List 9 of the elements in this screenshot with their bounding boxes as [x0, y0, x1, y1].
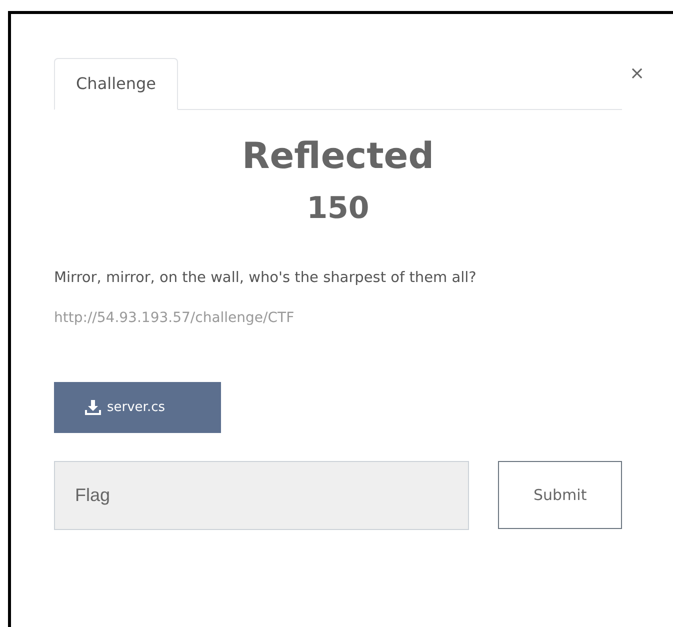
download-button[interactable]: server.cs [54, 382, 221, 433]
submit-button[interactable]: Submit [498, 461, 622, 529]
flag-input[interactable]: Flag [54, 461, 470, 530]
challenge-title: Reflected [241, 136, 435, 177]
close-button[interactable]: × [628, 63, 646, 84]
challenge-description: Mirror, mirror, on the wall, who's the sharpest of them all? [54, 270, 478, 286]
challenge-points: 150 [306, 191, 370, 226]
download-icon [85, 400, 101, 415]
tab[interactable]: Challenge [54, 58, 178, 110]
